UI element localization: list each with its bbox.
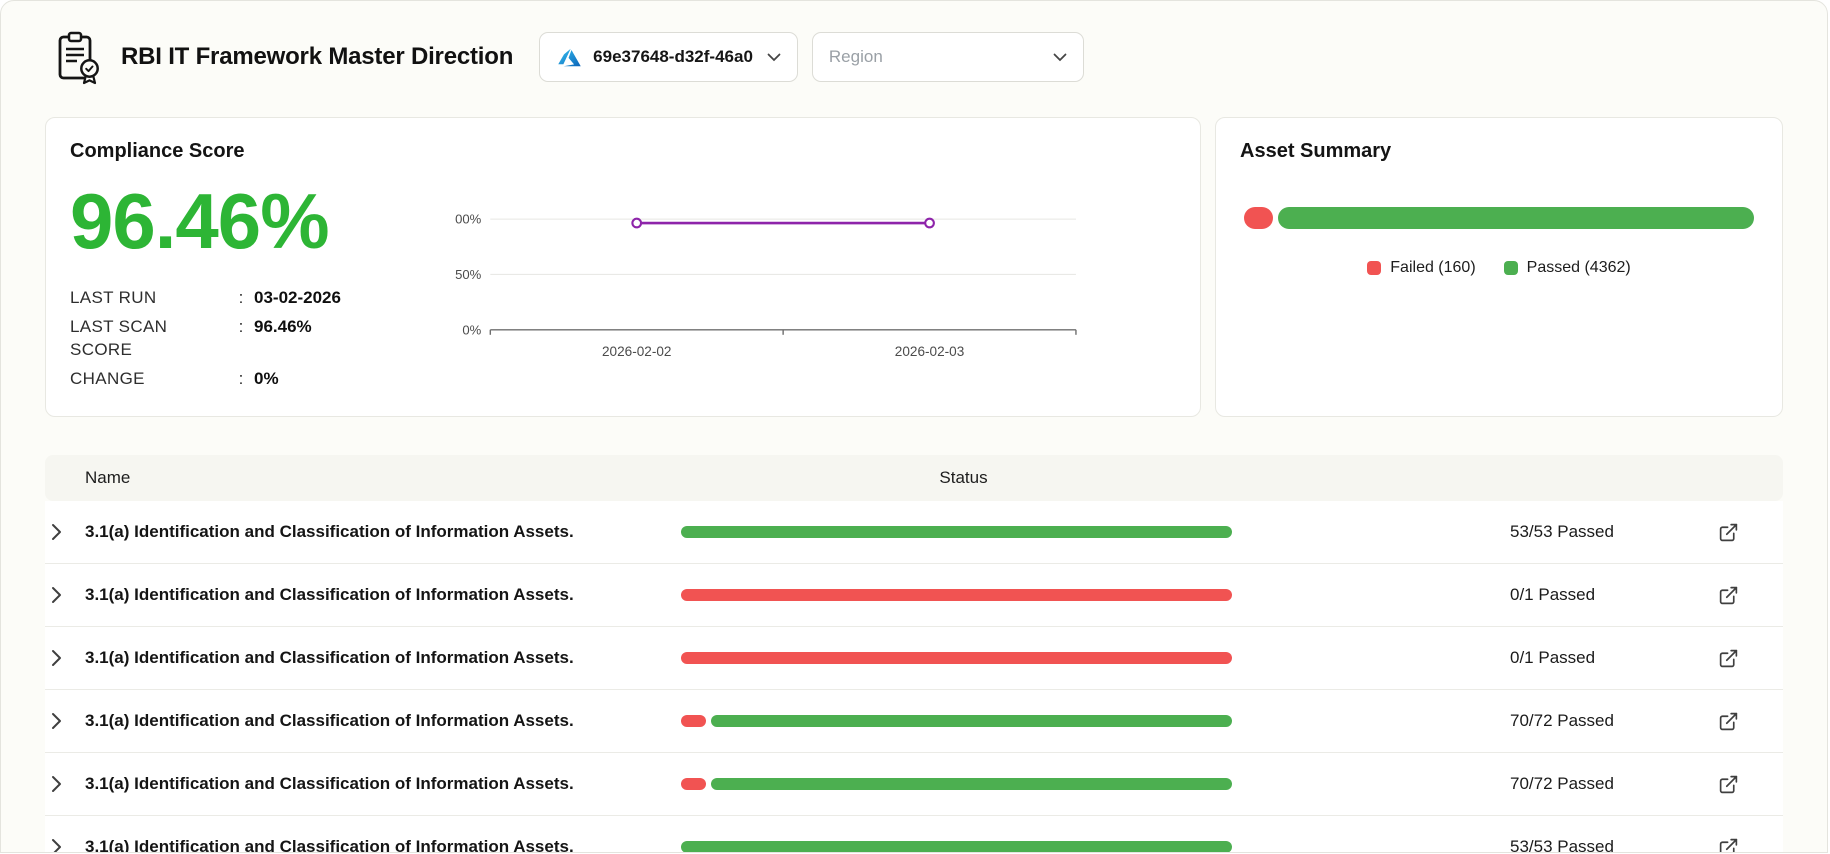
external-link-icon[interactable] (1673, 774, 1783, 795)
passed-swatch-icon (1503, 261, 1518, 275)
page-title: RBI IT Framework Master Direction (121, 43, 514, 70)
name-column-header: Name (85, 468, 131, 487)
bar-segment-passed (711, 715, 1232, 727)
tenant-select-value: 69e37648-d32f-46a0 (593, 47, 753, 66)
row-name: 3.1(a) Identification and Classification… (85, 711, 574, 730)
row-name: 3.1(a) Identification and Classification… (85, 774, 574, 793)
x-tick-label: 2026-02-03 (895, 344, 964, 359)
row-status-bar (681, 715, 1246, 727)
y-tick-label: 0% (462, 322, 481, 337)
row-name: 3.1(a) Identification and Classification… (85, 585, 574, 604)
external-link-icon[interactable] (1673, 585, 1783, 606)
row-status-bar (681, 841, 1246, 852)
header: RBI IT Framework Master Direction 69e376… (1, 1, 1827, 109)
tenant-select[interactable]: 69e37648-d32f-46a0 (539, 32, 798, 82)
external-link-icon[interactable] (1673, 522, 1783, 543)
app: RBI IT Framework Master Direction 69e376… (0, 0, 1828, 853)
legend-label-passed: Passed (4362) (1526, 259, 1631, 276)
chevron-right-icon[interactable] (45, 712, 85, 730)
row-name: 3.1(a) Identification and Classification… (85, 648, 574, 667)
bar-segment-failed (681, 715, 707, 727)
chevron-right-icon[interactable] (45, 523, 85, 541)
detail-label-change: CHANGE (70, 369, 145, 389)
detail-sep: : (238, 287, 244, 307)
row-status-text: 53/53 Passed (1510, 837, 1614, 853)
row-status-text: 0/1 Passed (1510, 648, 1596, 667)
asset-summary-legend: Failed (160) Passed (4362) (1240, 259, 1758, 277)
table-row[interactable]: 3.1(a) Identification and Classification… (45, 564, 1783, 627)
y-tick-label: 50% (455, 267, 482, 282)
region-select[interactable]: Region (811, 32, 1084, 82)
bar-segment-passed (711, 778, 1232, 790)
asset-summary-bar (1240, 207, 1758, 229)
table-row[interactable]: 3.1(a) Identification and Classification… (45, 753, 1783, 816)
table-row[interactable]: 3.1(a) Identification and Classification… (45, 690, 1783, 753)
trend-point (631, 217, 643, 229)
row-name: 3.1(a) Identification and Classification… (85, 522, 574, 541)
detail-value-last-scan-score: 96.46% (254, 317, 312, 337)
summary-cards: Compliance Score 96.46% LAST RUN : 03-02… (45, 117, 1783, 417)
status-column-header: Status (939, 468, 988, 487)
detail-sep: : (238, 369, 244, 389)
table-row[interactable]: 3.1(a) Identification and Classification… (45, 501, 1783, 564)
legend-label-failed: Failed (160) (1390, 259, 1476, 276)
y-tick-label: 00% (455, 212, 482, 227)
row-status-bar (681, 526, 1246, 538)
external-link-icon[interactable] (1673, 711, 1783, 732)
legend-item-failed: Failed (160) (1367, 259, 1476, 277)
asset-summary-title: Asset Summary (1240, 140, 1392, 162)
table-header: Name Status (45, 455, 1783, 501)
compliance-score-title: Compliance Score (70, 140, 245, 162)
azure-icon (556, 44, 583, 71)
compliance-trend-chart: 00% 50% 0% 2026-02-02 2026-02-03 (455, 212, 1077, 359)
legend-item-passed: Passed (4362) (1503, 259, 1631, 277)
chevron-right-icon[interactable] (45, 586, 85, 604)
external-link-icon[interactable] (1673, 837, 1783, 852)
chevron-right-icon[interactable] (45, 838, 85, 852)
external-link-icon[interactable] (1673, 648, 1783, 669)
chevron-right-icon[interactable] (45, 649, 85, 667)
trend-point (924, 217, 935, 229)
chevron-right-icon[interactable] (45, 775, 85, 793)
bar-segment-failed (681, 652, 1232, 664)
asset-bar-failed (1244, 207, 1273, 229)
asset-summary-card: Asset Summary Failed (160) Passed (4362) (1215, 117, 1783, 417)
row-name: 3.1(a) Identification and Classification… (85, 837, 574, 853)
compliance-score-details: LAST RUN : 03-02-2026 LAST SCAN SCORE : … (70, 287, 440, 391)
bar-segment-passed (681, 841, 1232, 852)
table-body: 3.1(a) Identification and Classification… (45, 501, 1783, 853)
region-select-placeholder: Region (828, 47, 883, 66)
framework-clipboard-icon (49, 29, 105, 85)
detail-sep: : (238, 317, 244, 337)
row-status-text: 70/72 Passed (1510, 711, 1614, 730)
row-status-bar (681, 778, 1246, 790)
row-status-text: 53/53 Passed (1510, 522, 1614, 541)
detail-label-last-scan-score: LAST SCAN SCORE (70, 317, 168, 359)
bar-segment-failed (681, 778, 707, 790)
failed-swatch-icon (1367, 261, 1382, 275)
row-status-text: 0/1 Passed (1510, 585, 1596, 604)
detail-value-change: 0% (254, 369, 279, 389)
chevron-down-icon (1053, 53, 1067, 62)
bar-segment-passed (681, 526, 1232, 538)
asset-bar-passed (1277, 207, 1754, 229)
detail-value-last-run: 03-02-2026 (254, 287, 341, 307)
controls-table: Name Status 3.1(a) Identification and Cl… (45, 455, 1783, 853)
bar-segment-failed (681, 589, 1232, 601)
x-tick-label: 2026-02-02 (602, 344, 671, 359)
compliance-score-card: Compliance Score 96.46% LAST RUN : 03-02… (45, 117, 1201, 417)
compliance-score-panel: 96.46% LAST RUN : 03-02-2026 LAST SCAN S… (70, 167, 440, 394)
row-status-bar (681, 589, 1246, 601)
row-status-bar (681, 652, 1246, 664)
row-status-text: 70/72 Passed (1510, 774, 1614, 793)
table-row[interactable]: 3.1(a) Identification and Classification… (45, 816, 1783, 853)
chevron-down-icon (767, 53, 781, 62)
trend-chart-area: 00% 50% 0% 2026-02-02 2026-02-03 (440, 205, 1084, 394)
compliance-score-value: 96.46% (70, 177, 330, 265)
table-row[interactable]: 3.1(a) Identification and Classification… (45, 627, 1783, 690)
detail-label-last-run: LAST RUN (70, 287, 157, 307)
